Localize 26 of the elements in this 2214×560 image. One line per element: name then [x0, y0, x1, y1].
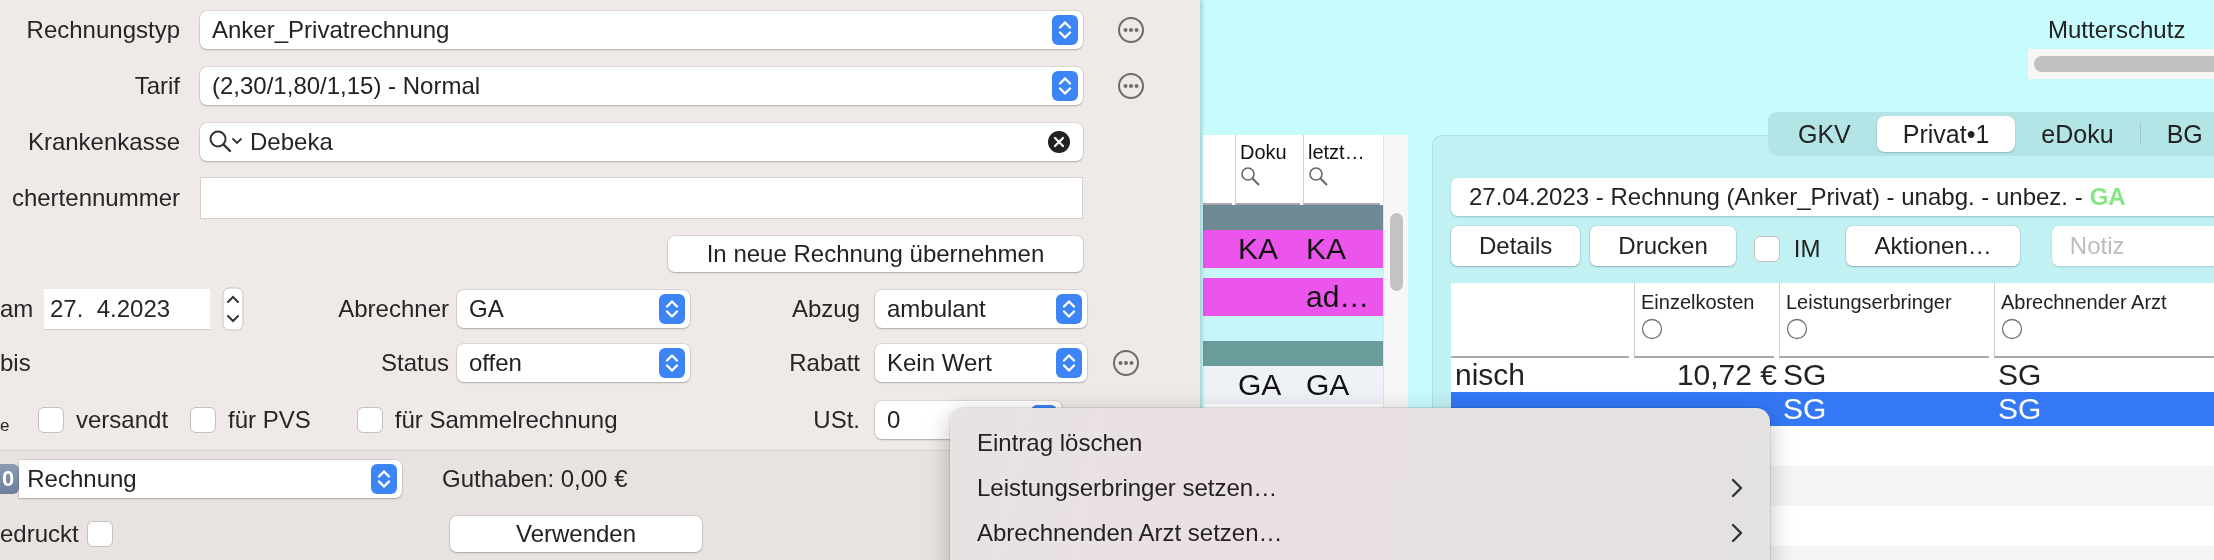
field-label: Tarif [134, 72, 180, 100]
field-label: USt. [813, 406, 861, 434]
field-label: Mutterschutz [2047, 16, 2187, 44]
field-label: Rechnungstyp [26, 16, 180, 44]
field-label: e [0, 416, 11, 436]
table-cell-text: SG [1782, 392, 1828, 426]
field-label: Krankenkasse [27, 128, 180, 156]
table-cell-text: KA [1237, 232, 1280, 266]
table-cell-text: ad… [1305, 280, 1371, 314]
table-cell-text: SG [1782, 358, 1828, 392]
table-cell-text: GA [1305, 368, 1351, 402]
field-label: am [0, 295, 35, 323]
field-label: Abrechner [338, 295, 450, 323]
field-label: bis [0, 349, 32, 377]
table-cell-text: KA [1305, 232, 1348, 266]
count-badge: 0 [0, 463, 20, 494]
field-label: Abzug [791, 295, 861, 323]
field-label: Rabatt [789, 349, 861, 377]
table-cell-text: SG [1997, 392, 2043, 426]
table-cell-text: nisch [1454, 358, 1527, 392]
balance-text: Guthaben: 0,00 € [441, 464, 629, 493]
table-cell-text: GA [1237, 368, 1283, 402]
table-cell-text: 10,72 € [1675, 358, 1778, 392]
field-label: chertennummer [11, 184, 180, 212]
field-label: Status [380, 349, 450, 377]
table-cell-text: SG [1997, 358, 2043, 392]
